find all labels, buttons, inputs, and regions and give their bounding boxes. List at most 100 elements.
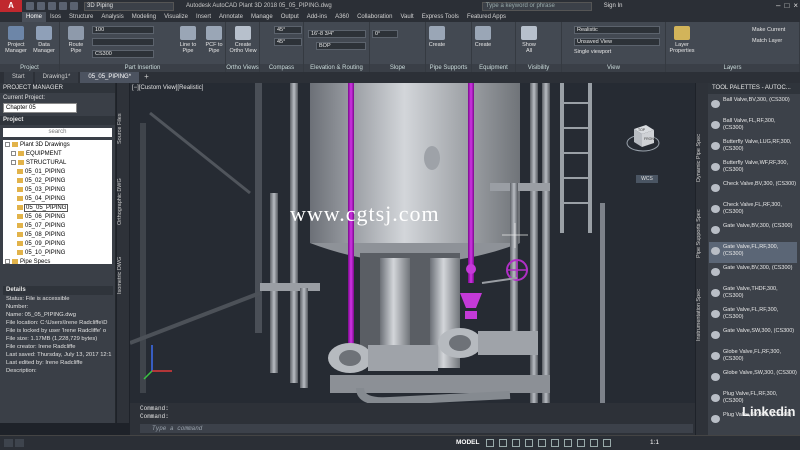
project-search-input[interactable]: search bbox=[3, 128, 112, 137]
details-section-header[interactable]: Details bbox=[3, 286, 113, 295]
ribbon-tab-analysis[interactable]: Analysis bbox=[97, 12, 127, 22]
compass-angle-combo[interactable]: 45° bbox=[274, 26, 302, 34]
snap-icon[interactable] bbox=[499, 439, 507, 447]
tool-palette-item[interactable]: Gate Valve,FL,RF,300, (CS300) bbox=[709, 242, 797, 263]
line-to-pipe-button[interactable]: Line to Pipe bbox=[176, 26, 200, 54]
palette-tab-dynamic-pipe-spec[interactable]: Dynamic Pipe Spec bbox=[696, 123, 708, 193]
make-current-button[interactable]: Make Current bbox=[752, 27, 785, 34]
ribbon-tab-modeling[interactable]: Modeling bbox=[128, 12, 160, 22]
tool-palette-item[interactable]: Gate Valve,THDF,300, (CS300) bbox=[709, 284, 797, 305]
ribbon-tab-collaboration[interactable]: Collaboration bbox=[353, 12, 396, 22]
selection-cycling-icon[interactable] bbox=[590, 439, 598, 447]
tool-palette-item[interactable]: Gate Valve,BV,300, (CS300) bbox=[709, 221, 797, 242]
viewcube[interactable]: TOP FRONT bbox=[626, 121, 660, 155]
keyword-search-input[interactable]: Type a keyword or phrase bbox=[481, 1, 592, 11]
pipe-size-combo[interactable]: 100 bbox=[92, 26, 154, 34]
workspace-combo[interactable]: 3D Piping bbox=[84, 1, 174, 11]
app-menu-button[interactable]: A bbox=[0, 0, 22, 12]
viewport-config-button[interactable]: Single viewport bbox=[574, 49, 611, 56]
open-icon[interactable] bbox=[37, 2, 45, 10]
ribbon-tab-manage[interactable]: Manage bbox=[247, 12, 277, 22]
lineweight-icon[interactable] bbox=[564, 439, 572, 447]
project-tree-item[interactable]: STRUCTURAL bbox=[3, 159, 112, 168]
side-tab-source-files[interactable]: Source Files bbox=[117, 99, 129, 159]
side-tab-orthographic-dwg[interactable]: Orthographic DWG bbox=[117, 163, 129, 241]
tool-palette-item[interactable]: Butterfly Valve,LUG,RF,300, (CS300) bbox=[709, 137, 797, 158]
project-tree-item[interactable]: EQUIPMENT bbox=[3, 150, 112, 159]
layer-properties-button[interactable]: Layer Properties bbox=[668, 26, 696, 54]
annotation-scale[interactable]: 1:1 bbox=[650, 439, 659, 446]
project-tree-item[interactable]: 05_02_PIPING bbox=[3, 177, 112, 186]
route-pipe-button[interactable]: Route Pipe bbox=[64, 26, 88, 54]
slope-value-combo[interactable]: 0° bbox=[372, 30, 398, 38]
viewport-controls-label[interactable]: [−][Custom View][Realistic] bbox=[132, 85, 203, 91]
tool-palette-item[interactable]: Check Valve,BV,300, (CS300) bbox=[709, 179, 797, 200]
undo-icon[interactable] bbox=[59, 2, 67, 10]
current-project-combo[interactable]: Chapter 05 bbox=[3, 103, 77, 113]
ribbon-tab-home[interactable]: Home bbox=[22, 12, 47, 22]
saved-view-combo[interactable]: Unsaved View bbox=[574, 38, 660, 46]
visual-style-combo[interactable]: Realistic bbox=[574, 26, 660, 34]
ribbon-tab-output[interactable]: Output bbox=[277, 12, 303, 22]
expand-toggle-icon[interactable] bbox=[11, 159, 16, 165]
expand-toggle-icon[interactable] bbox=[11, 150, 16, 156]
show-all-button[interactable]: Show All bbox=[520, 26, 538, 54]
project-tree-item[interactable]: 05_05_PIPING bbox=[3, 204, 112, 213]
project-tree-item[interactable]: 05_03_PIPING bbox=[3, 186, 112, 195]
tool-palette-item[interactable]: Butterfly Valve,WF,RF,300, (CS300) bbox=[709, 158, 797, 179]
polar-icon[interactable] bbox=[525, 439, 533, 447]
create-pipe-support-button[interactable]: Create bbox=[428, 26, 446, 48]
pipe-spec-combo[interactable]: CS300 bbox=[92, 50, 154, 58]
palette-tab-pipe-supports-spec[interactable]: Pipe Supports Spec bbox=[696, 199, 708, 269]
maximize-icon[interactable]: □ bbox=[784, 1, 789, 10]
project-manager-button[interactable]: Project Manager bbox=[3, 26, 29, 54]
expand-toggle-icon[interactable] bbox=[5, 141, 10, 147]
gizmo-icon[interactable] bbox=[603, 439, 611, 447]
ribbon-tab-vault[interactable]: Vault bbox=[396, 12, 417, 22]
match-layer-button[interactable]: Match Layer bbox=[752, 38, 782, 45]
project-tree-item[interactable]: 05_06_PIPING bbox=[3, 213, 112, 222]
tool-palette-item[interactable]: Globe Valve,SW,300, (CS300) bbox=[709, 368, 797, 389]
create-equipment-button[interactable]: Create bbox=[474, 26, 492, 48]
ribbon-tab-express-tools[interactable]: Express Tools bbox=[418, 12, 463, 22]
model-viewport[interactable]: [−][Custom View][Realistic] www.cgtsj.co… bbox=[130, 83, 695, 403]
ribbon-tab-isos[interactable]: Isos bbox=[46, 12, 65, 22]
project-section-header[interactable]: Project bbox=[0, 116, 115, 125]
project-tree-item[interactable]: 05_08_PIPING bbox=[3, 231, 112, 240]
pipe-size-combo-2[interactable] bbox=[92, 38, 154, 46]
close-icon[interactable]: × bbox=[793, 1, 798, 10]
grid-icon[interactable] bbox=[486, 439, 494, 447]
project-tree-item[interactable]: 05_04_PIPING bbox=[3, 195, 112, 204]
layout-prev-icon[interactable] bbox=[4, 439, 13, 447]
tool-palette-item[interactable]: Gate Valve,SW,300, (CS300) bbox=[709, 326, 797, 347]
ribbon-tab-visualize[interactable]: Visualize bbox=[160, 12, 192, 22]
redo-icon[interactable] bbox=[70, 2, 78, 10]
ribbon-tab-insert[interactable]: Insert bbox=[192, 12, 215, 22]
compass-angle-combo-2[interactable]: 45° bbox=[274, 38, 302, 46]
file-tab-start[interactable]: Start bbox=[4, 72, 33, 83]
elevation-input[interactable]: 16'-8 3/4" bbox=[308, 30, 366, 38]
sign-in-button[interactable]: Sign In bbox=[604, 3, 623, 9]
new-icon[interactable] bbox=[26, 2, 34, 10]
tool-palette-item[interactable]: Ball Valve,BV,300, (CS300) bbox=[709, 95, 797, 116]
ribbon-tab-featured-apps[interactable]: Featured Apps bbox=[463, 12, 510, 22]
wcs-menu-button[interactable]: WCS bbox=[636, 175, 658, 183]
ribbon-tab-annotate[interactable]: Annotate bbox=[215, 12, 247, 22]
model-space-button[interactable]: MODEL bbox=[456, 439, 479, 446]
project-tree-item[interactable]: 05_07_PIPING bbox=[3, 222, 112, 231]
project-tree-item[interactable]: Pipe Specs bbox=[3, 258, 112, 264]
tool-palette-item[interactable]: Check Valve,FL,RF,300, (CS300) bbox=[709, 200, 797, 221]
tool-palette-item[interactable]: Globe Valve,FL,RF,300, (CS300) bbox=[709, 347, 797, 368]
save-icon[interactable] bbox=[48, 2, 56, 10]
osnap-icon[interactable] bbox=[538, 439, 546, 447]
tool-palette-item[interactable]: Ball Valve,FL,RF,300, (CS300) bbox=[709, 116, 797, 137]
side-tab-isometric-dwg[interactable]: Isometric DWG bbox=[117, 245, 129, 305]
project-tree-item[interactable]: 05_09_PIPING bbox=[3, 240, 112, 249]
transparency-icon[interactable] bbox=[577, 439, 585, 447]
tool-palette-item[interactable]: Gate Valve,BV,300, (CS300) bbox=[709, 263, 797, 284]
new-tab-plus-icon[interactable]: + bbox=[141, 72, 152, 83]
project-tree-item[interactable]: 05_01_PIPING bbox=[3, 168, 112, 177]
bop-combo[interactable]: BOP bbox=[316, 42, 366, 50]
layout-next-icon[interactable] bbox=[15, 439, 24, 447]
project-tree-item[interactable]: 05_10_PIPING bbox=[3, 249, 112, 258]
